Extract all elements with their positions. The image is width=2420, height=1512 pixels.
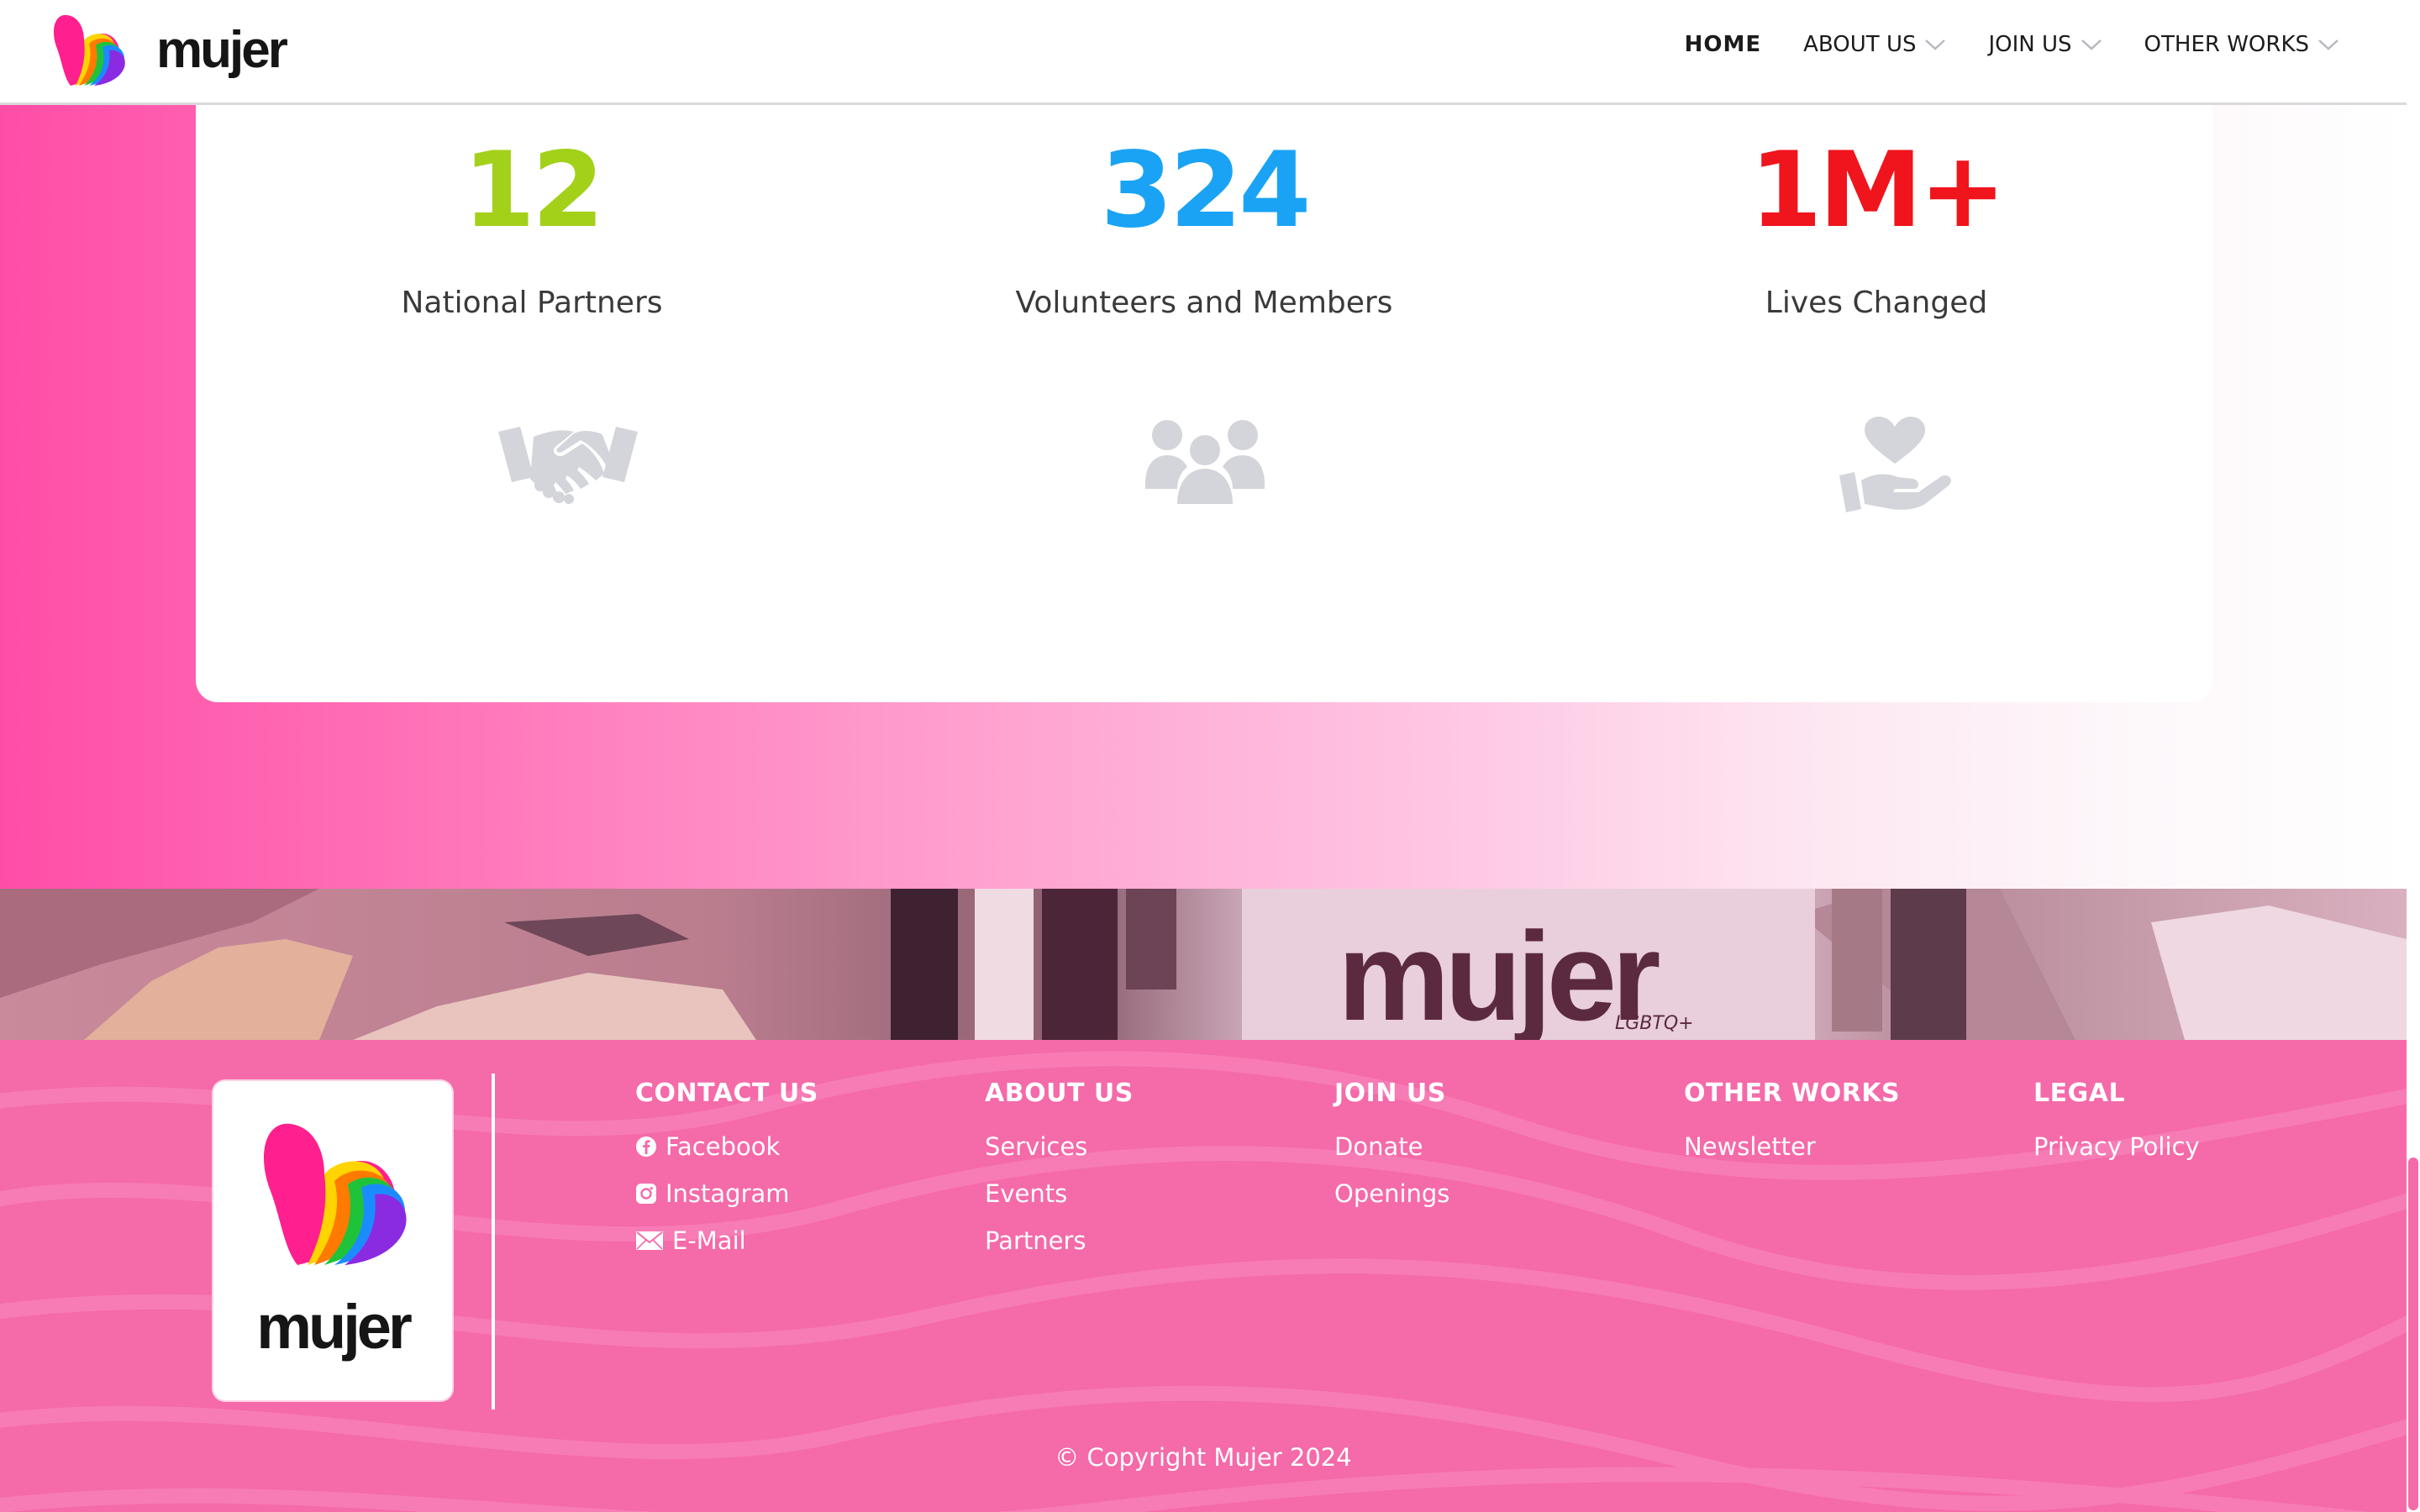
chevron-down-icon — [2318, 39, 2338, 50]
stats-card: 12 National Partners 324 Volunteers and … — [196, 102, 2212, 702]
stat-lives-changed: 1M+ Lives Changed — [1540, 102, 2212, 512]
nav-about-label: ABOUT US — [1803, 32, 1917, 57]
mujer-logo-icon[interactable] — [50, 10, 126, 91]
stat-national-partners: 12 National Partners — [196, 102, 868, 504]
chevron-down-icon — [2081, 39, 2102, 50]
brand-name[interactable]: mujer — [156, 20, 288, 80]
footer-col-title: LEGAL — [2033, 1079, 2126, 1108]
nav-home-label: HOME — [1684, 32, 1762, 57]
footer-col-about: ABOUT US Services Events Partners — [985, 1079, 1134, 1264]
footer-link-partners[interactable]: Partners — [985, 1217, 1134, 1264]
banner-brand-text: mujer — [1338, 906, 1660, 1040]
footer-link-label: Facebook — [666, 1132, 781, 1161]
facebook-icon — [636, 1137, 656, 1157]
mujer-logo-icon — [264, 1123, 407, 1265]
footer-link-newsletter[interactable]: Newsletter — [1684, 1123, 1900, 1170]
nav-home[interactable]: HOME — [1685, 32, 1762, 57]
footer-brand-name: mujer — [256, 1292, 413, 1362]
footer-link-openings[interactable]: Openings — [1334, 1170, 1449, 1217]
footer-link-email[interactable]: E-Mail — [635, 1217, 818, 1264]
stat-label: Volunteers and Members — [1015, 286, 1393, 320]
stat-number: 1M+ — [1749, 130, 2007, 251]
main-nav: HOME ABOUT US JOIN US OTHER WORKS — [1643, 32, 2339, 57]
chevron-down-icon — [1925, 39, 1946, 50]
footer-col-title: JOIN US — [1334, 1079, 1446, 1108]
site-header: mujer HOME ABOUT US JOIN US OTHER WORKS — [0, 0, 2407, 105]
footer-col-other-works: OTHER WORKS Newsletter — [1684, 1079, 1900, 1170]
nav-join-us[interactable]: JOIN US — [1988, 32, 2102, 57]
stat-number: 12 — [462, 130, 605, 251]
handshake-icon — [498, 427, 638, 504]
copyright-text: © Copyright Mujer 2024 — [1055, 1443, 1352, 1472]
footer-col-contact: CONTACT US Facebook Instagram E-Mail — [635, 1079, 818, 1264]
footer-divider — [492, 1074, 495, 1410]
nav-other-works[interactable]: OTHER WORKS — [2144, 32, 2339, 57]
footer-col-join: JOIN US Donate Openings — [1334, 1079, 1449, 1217]
banner-photo: mujer LGBTQ+ — [0, 889, 2407, 1040]
footer-link-facebook[interactable]: Facebook — [635, 1123, 818, 1170]
site-footer: mujer CONTACT US Facebook Instagram E-Ma… — [0, 1040, 2407, 1512]
mail-icon — [636, 1231, 663, 1250]
stat-label: National Partners — [401, 286, 663, 320]
footer-col-title: CONTACT US — [635, 1079, 818, 1108]
stat-number: 324 — [1100, 130, 1312, 251]
street-photo-image — [0, 889, 2407, 1040]
footer-link-label: Instagram — [666, 1179, 790, 1208]
banner-sub-text: LGBTQ+ — [1615, 1013, 1694, 1034]
nav-join-label: JOIN US — [1988, 32, 2072, 57]
stat-volunteers-members: 324 Volunteers and Members — [868, 102, 1540, 504]
footer-link-services[interactable]: Services — [985, 1123, 1134, 1170]
nav-about-us[interactable]: ABOUT US — [1803, 32, 1946, 57]
footer-link-instagram[interactable]: Instagram — [635, 1170, 818, 1217]
stats-section: 12 National Partners 324 Volunteers and … — [0, 102, 2407, 889]
footer-link-donate[interactable]: Donate — [1334, 1123, 1449, 1170]
footer-link-label: E-Mail — [672, 1226, 746, 1255]
footer-logo-card[interactable]: mujer — [213, 1081, 452, 1400]
footer-col-legal: LEGAL Privacy Policy — [2033, 1079, 2200, 1170]
footer-link-events[interactable]: Events — [985, 1170, 1134, 1217]
instagram-icon — [636, 1184, 656, 1204]
footer-col-title: OTHER WORKS — [1684, 1079, 1901, 1108]
stat-label: Lives Changed — [1765, 286, 1988, 320]
heart-hand-icon — [1839, 417, 1951, 512]
footer-col-title: ABOUT US — [985, 1079, 1134, 1108]
group-icon — [1145, 420, 1265, 504]
footer-link-privacy-policy[interactable]: Privacy Policy — [2033, 1123, 2200, 1170]
scrollbar-thumb[interactable] — [2408, 1158, 2418, 1510]
nav-other-label: OTHER WORKS — [2144, 32, 2309, 57]
